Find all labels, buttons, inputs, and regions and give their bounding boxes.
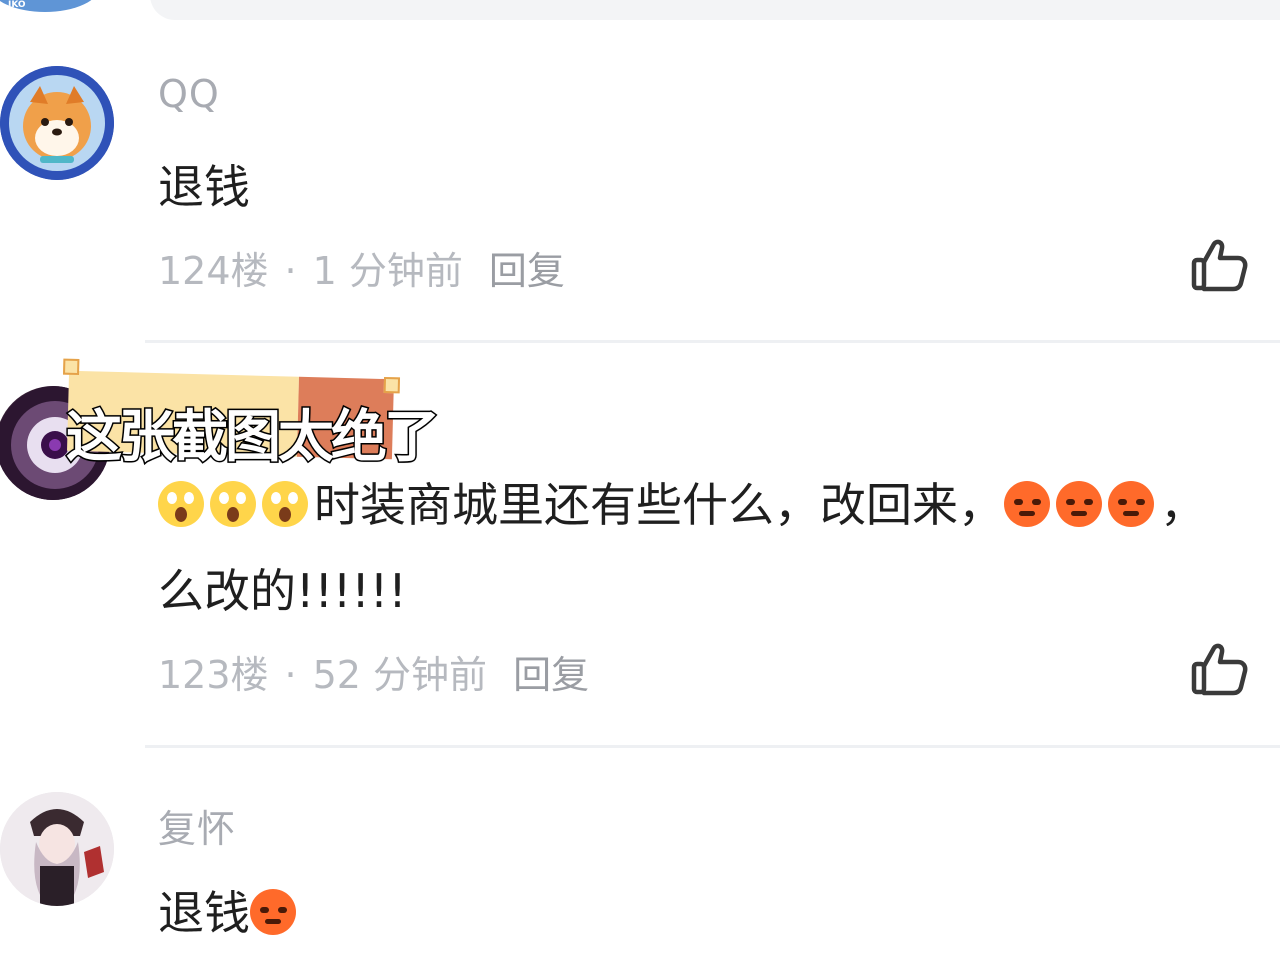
floor-number: 124楼 [158, 249, 269, 293]
face-screaming-emoji [210, 481, 256, 527]
angry-face-emoji [1056, 481, 1102, 527]
floor-number: 123楼 [158, 653, 269, 697]
resize-handle-icon[interactable] [383, 377, 401, 394]
like-button[interactable] [1190, 236, 1248, 294]
angry-face-emoji [250, 889, 296, 935]
meta-separator: · [284, 653, 297, 697]
divider [145, 745, 1280, 748]
comment-text-line1: 时装商城里还有些什么，改回来， [314, 478, 1004, 532]
top-comment-box[interactable] [150, 0, 1280, 20]
divider [145, 340, 1280, 343]
username[interactable]: QQ [158, 72, 220, 116]
comment-text: 退钱 [158, 870, 302, 956]
avatar[interactable] [0, 792, 114, 906]
comment-meta: 123楼 · 52 分钟前 回复 [158, 644, 589, 699]
face-screaming-emoji [262, 481, 308, 527]
avatar[interactable] [0, 66, 114, 180]
meta-separator: · [284, 249, 297, 293]
timestamp: 52 分钟前 [312, 653, 488, 697]
reply-button[interactable]: 回复 [513, 653, 589, 697]
reply-button[interactable]: 回复 [489, 249, 565, 293]
username[interactable]: 复怀 [158, 798, 236, 853]
angry-face-emoji [1108, 481, 1154, 527]
timestamp: 1 分钟前 [312, 249, 463, 293]
resize-handle-icon[interactable] [63, 358, 80, 376]
thumbs-up-icon [1191, 239, 1248, 292]
thumbs-up-icon [1191, 643, 1248, 696]
comment-text-line1-tail: ， [1160, 478, 1206, 532]
comment-text-body: 退钱 [158, 886, 250, 940]
face-screaming-emoji [158, 481, 204, 527]
comment-text: 退钱 [158, 160, 250, 214]
comment-text: 时装商城里还有些什么，改回来， ， [158, 462, 1206, 548]
comment-text-line2: 么改的!!!!!! [158, 564, 407, 618]
angry-face-emoji [1004, 481, 1050, 527]
comment-meta: 124楼 · 1 分钟前 回复 [158, 240, 565, 295]
caption-text: 这张截图太绝了 [65, 404, 442, 472]
like-button[interactable] [1190, 640, 1248, 698]
previous-comment-avatar[interactable]: JKO [0, 0, 100, 12]
